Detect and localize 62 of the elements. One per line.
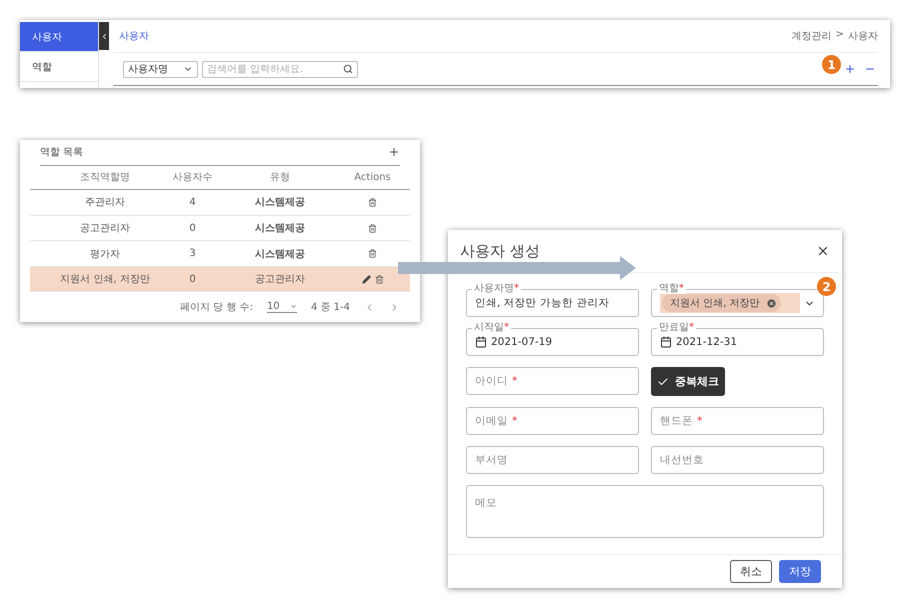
delete-icon[interactable] — [368, 198, 377, 207]
table-cell-text: 주관리자 — [84, 196, 126, 210]
save-button[interactable]: 저장 — [779, 560, 821, 583]
search-select[interactable]: 사용자명 — [123, 60, 198, 78]
field-label: 역할* — [657, 284, 686, 294]
table-cell-text: 시스템제공 — [254, 196, 306, 210]
calendar-icon — [475, 336, 487, 348]
plus-icon — [844, 63, 856, 75]
role-chip[interactable]: 지원서 인쇄, 저장만 — [662, 294, 781, 312]
table-cell-text: 지원서 인쇄, 저장만 — [59, 273, 151, 286]
search-icon — [343, 64, 353, 74]
delete-icon[interactable] — [368, 249, 377, 258]
step-badge: 1 — [822, 55, 841, 74]
memo-field[interactable]: 메모 — [466, 485, 824, 538]
field-label: 만료일* — [657, 323, 696, 333]
field-label: 시작일* — [472, 323, 511, 333]
table-cell-text: 0 — [188, 274, 197, 285]
step-badge: 2 — [817, 277, 836, 296]
column-header: 유형 — [269, 171, 291, 184]
input-field[interactable]: 핸드폰 * — [651, 407, 824, 435]
table-cell-text: 평가자 — [89, 248, 121, 261]
breadcrumb-item[interactable]: 사용자 — [848, 29, 878, 43]
table-cell-text: 시스템제공 — [254, 222, 306, 236]
panel-title: 역할 목록 — [40, 146, 84, 160]
input-field[interactable]: 아이디 * — [466, 367, 639, 395]
page-title: 사용자 — [119, 30, 149, 43]
column-header: 조직역할명 — [79, 171, 131, 184]
close-icon[interactable] — [816, 244, 830, 258]
table-cell-text: 공고관리자 — [254, 273, 306, 286]
table-row[interactable]: 주관리자 4 시스템제공 — [30, 190, 410, 216]
breadcrumb-item[interactable]: 계정관리 — [792, 29, 832, 43]
breadcrumb-item: > — [836, 29, 844, 42]
sidebar-item[interactable]: 사용자 — [20, 22, 98, 52]
table-cell-text: 0 — [188, 222, 197, 234]
field-label: 사용자명* — [472, 284, 521, 294]
table-cell-text: 공고관리자 — [79, 222, 131, 236]
rows-per-page-label: 페이지 당 행 수: — [180, 301, 253, 314]
dialog-title: 사용자 생성 — [460, 242, 540, 260]
delete-icon[interactable] — [374, 274, 384, 284]
column-header: 사용자수 — [172, 171, 214, 184]
table-row[interactable]: 지원서 인쇄, 저장만 0 공고관리자 — [30, 266, 410, 292]
input-field[interactable]: 이메일 * — [466, 407, 639, 435]
calendar-icon — [660, 336, 672, 348]
rows-per-page-select[interactable]: 10 — [266, 301, 297, 314]
input-field[interactable]: 내선번호 — [651, 446, 824, 474]
input-field[interactable]: 부서명 — [466, 446, 639, 474]
sidebar-item[interactable]: 역할 — [20, 52, 98, 82]
cancel-button[interactable]: 취소 — [730, 560, 772, 583]
add-button[interactable] — [388, 146, 400, 158]
plus-icon — [388, 146, 400, 158]
remove-icon[interactable] — [766, 298, 777, 308]
table-cell-text: 4 — [188, 196, 197, 208]
table-row[interactable]: 공고관리자 0 시스템제공 — [30, 216, 410, 242]
delete-icon[interactable] — [368, 224, 377, 233]
check-icon — [657, 376, 669, 388]
column-header: Actions — [353, 172, 392, 183]
table-cell-text: 시스템제공 — [254, 248, 306, 261]
duplicate-check-button[interactable]: 중복체크 — [651, 367, 725, 396]
table-cell-text: 3 — [188, 248, 197, 260]
add-button[interactable] — [844, 63, 856, 75]
page-range: 4 중 1-4 — [310, 301, 350, 314]
edit-icon[interactable] — [362, 274, 370, 284]
